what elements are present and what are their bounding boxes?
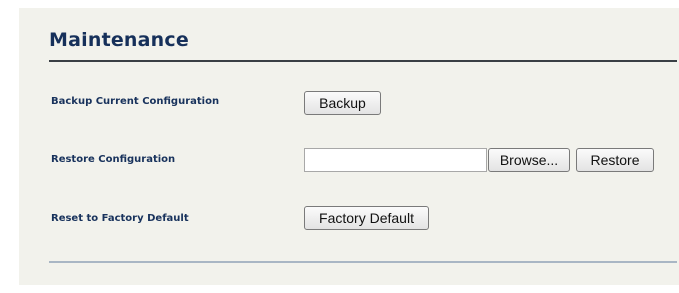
factory-default-button[interactable]: Factory Default <box>304 206 429 230</box>
backup-label: Backup Current Configuration <box>51 96 220 107</box>
bottom-divider <box>49 261 677 263</box>
page-title: Maintenance <box>49 29 189 51</box>
maintenance-panel: Maintenance Backup Current Configuration… <box>19 8 679 285</box>
browse-button[interactable]: Browse... <box>488 148 570 172</box>
backup-button[interactable]: Backup <box>304 91 381 115</box>
restore-button[interactable]: Restore <box>576 148 654 172</box>
restore-label: Restore Configuration <box>51 154 176 165</box>
title-divider <box>49 60 677 62</box>
reset-label: Reset to Factory Default <box>51 213 189 224</box>
restore-file-field[interactable] <box>304 148 487 172</box>
